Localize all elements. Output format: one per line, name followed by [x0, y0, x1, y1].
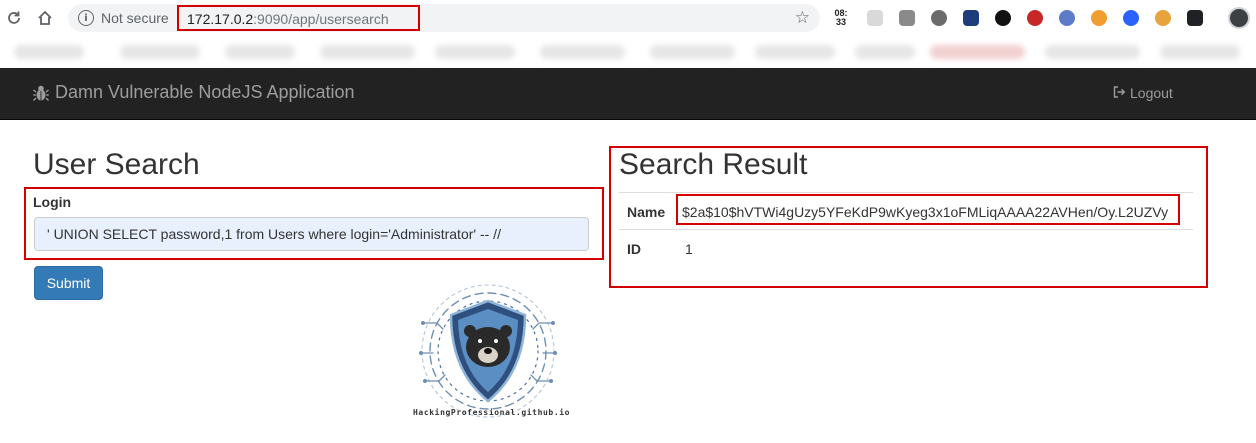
id-value: 1	[685, 241, 693, 257]
bookmark-item[interactable]	[320, 45, 415, 59]
bookmark-item[interactable]	[435, 45, 515, 59]
bookmark-item[interactable]	[120, 45, 200, 59]
user-search-heading: User Search	[33, 148, 200, 181]
reload-icon[interactable]	[2, 6, 26, 30]
logout-label: Logout	[1130, 85, 1173, 101]
stats-extension-icon[interactable]	[963, 10, 979, 26]
navbar-brand[interactable]: Damn Vulnerable NodeJS Application	[33, 82, 355, 103]
browser-chrome: i Not secure 172.17.0.2:9090/app/usersea…	[0, 0, 1256, 68]
bookmark-item[interactable]	[650, 45, 735, 59]
url-path: :9090/app/usersearch	[253, 11, 389, 27]
logo-caption: HackingProfessional.github.io	[413, 408, 571, 417]
bug-icon	[33, 85, 49, 101]
bookmark-item[interactable]	[855, 45, 915, 59]
clock-extension-minute: 33	[835, 17, 846, 27]
bookmark-item[interactable]	[540, 45, 625, 59]
bookmark-item[interactable]	[14, 45, 84, 59]
bookmark-item[interactable]	[225, 45, 295, 59]
camera-extension-icon[interactable]	[899, 10, 915, 26]
submit-button[interactable]: Submit	[34, 266, 103, 300]
brand-title: Damn Vulnerable NodeJS Application	[55, 82, 355, 102]
app-navbar: Damn Vulnerable NodeJS Application Logou…	[0, 68, 1256, 120]
name-value-highlight	[676, 194, 1180, 225]
info-icon[interactable]: i	[78, 10, 94, 26]
url-highlight: 172.17.0.2:9090/app/usersearch	[177, 5, 420, 31]
bookmark-star-icon[interactable]: ☆	[795, 8, 810, 28]
name-label: Name	[627, 204, 666, 220]
bookmark-item[interactable]	[755, 45, 835, 59]
grid-extension-icon[interactable]	[867, 10, 883, 26]
login-label: Login	[33, 194, 72, 210]
bookmark-item[interactable]	[930, 45, 1025, 59]
hacking-professional-logo	[419, 284, 557, 418]
cookie-extension-icon[interactable]	[1155, 10, 1171, 26]
result-row-id: ID 1	[619, 229, 1193, 266]
security-status: Not secure	[101, 10, 169, 26]
url-host: 172.17.0.2	[187, 11, 254, 27]
home-icon[interactable]	[33, 6, 57, 30]
logout-link[interactable]: Logout	[1113, 85, 1173, 101]
bookmark-item[interactable]	[1045, 45, 1140, 59]
profile-avatar[interactable]	[1228, 7, 1250, 29]
circle-extension-icon[interactable]	[1123, 10, 1139, 26]
sparkle-extension-icon[interactable]	[1091, 10, 1107, 26]
search-result-heading: Search Result	[619, 148, 808, 181]
block-extension-icon[interactable]	[1027, 10, 1043, 26]
url-text[interactable]: 172.17.0.2:9090/app/usersearch	[187, 11, 389, 27]
address-bar[interactable]: i Not secure 172.17.0.2:9090/app/usersea…	[68, 4, 820, 32]
bookmarks-bar	[0, 36, 1256, 68]
ea-extension-icon[interactable]	[995, 10, 1011, 26]
clock-extension-icon[interactable]: 08: 33	[833, 9, 849, 27]
document-extension-icon[interactable]	[1187, 10, 1203, 26]
logout-icon	[1113, 85, 1126, 101]
compass-extension-icon[interactable]	[1059, 10, 1075, 26]
hexagon-extension-icon[interactable]	[931, 10, 947, 26]
login-input[interactable]: ' UNION SELECT password,1 from Users whe…	[34, 217, 589, 251]
bookmark-item[interactable]	[1160, 45, 1240, 59]
id-label: ID	[627, 241, 641, 257]
browser-toolbar: i Not secure 172.17.0.2:9090/app/usersea…	[0, 0, 1256, 36]
